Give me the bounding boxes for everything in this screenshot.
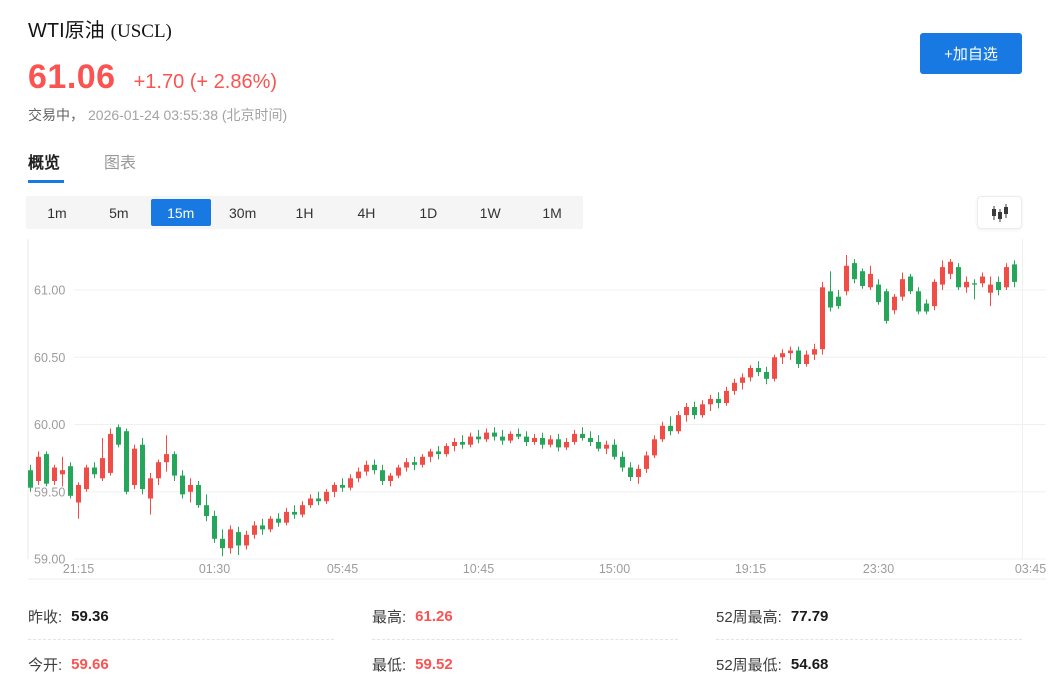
chart-type-button[interactable] xyxy=(977,196,1022,229)
instrument-title: WTI原油 (USCL) xyxy=(28,14,1022,43)
timeframe-1w[interactable]: 1W xyxy=(460,199,520,226)
svg-text:61.00: 61.00 xyxy=(34,284,65,298)
stat-label: 52周最高: xyxy=(716,606,782,627)
stat-day-high: 最高: 61.26 xyxy=(372,592,678,640)
stat-52wk-low: 52周最低: 54.68 xyxy=(716,640,1022,687)
stat-value: 59.66 xyxy=(71,656,109,673)
quote-timestamp: 2026-01-24 03:55:38 (北京时间) xyxy=(88,107,287,123)
stat-label: 昨收: xyxy=(28,606,62,627)
timeframe-1h[interactable]: 1H xyxy=(275,199,335,226)
stat-label: 最低: xyxy=(372,654,406,675)
svg-text:60.50: 60.50 xyxy=(34,351,65,365)
candlestick-chart[interactable]: 61.00 60.50 60.00 59.50 59.0021:15 01:30 05:45… xyxy=(0,239,1054,581)
add-watchlist-button[interactable]: +加自选 xyxy=(920,33,1022,74)
svg-text:59.50: 59.50 xyxy=(34,485,65,499)
svg-text:15:00: 15:00 xyxy=(599,562,630,576)
price-change: +1.70 (+ 2.86%) xyxy=(134,71,277,94)
tab-overview[interactable]: 概览 xyxy=(28,149,60,183)
svg-text:19:15: 19:15 xyxy=(735,562,766,576)
timeframe-1d[interactable]: 1D xyxy=(398,199,458,226)
timeframe-1m[interactable]: 1m xyxy=(27,199,87,226)
last-price: 61.06 xyxy=(28,58,116,97)
stat-label: 52周最低: xyxy=(716,654,782,675)
stat-value: 61.26 xyxy=(415,608,453,625)
timeframe-bar: 1m5m15m30m1H4H1D1W1M xyxy=(26,196,583,229)
stat-value: 77.79 xyxy=(791,608,829,625)
svg-text:23:30: 23:30 xyxy=(863,562,894,576)
timeframe-1m[interactable]: 1M xyxy=(522,199,582,226)
svg-text:10:45: 10:45 xyxy=(463,562,494,576)
market-status-row: 交易中，2026-01-24 03:55:38 (北京时间) xyxy=(28,105,1022,125)
stat-value: 59.36 xyxy=(71,608,109,625)
timeframe-row: 1m5m15m30m1H4H1D1W1M xyxy=(26,196,1022,229)
stat-label: 今开: xyxy=(28,654,62,675)
chart-area: 61.00 60.50 60.00 59.50 59.0021:15 01:30 05:45… xyxy=(0,239,1054,586)
timeframe-30m[interactable]: 30m xyxy=(213,199,273,226)
svg-text:05:45: 05:45 xyxy=(327,562,358,576)
svg-text:60.00: 60.00 xyxy=(34,418,65,432)
candlestick-chart-icon xyxy=(989,202,1011,224)
stat-value: 59.52 xyxy=(415,656,453,673)
instrument-symbol: (USCL) xyxy=(111,21,172,42)
svg-text:03:45: 03:45 xyxy=(1015,562,1046,576)
stat-52wk-high: 52周最高: 77.79 xyxy=(716,592,1022,640)
svg-text:21:15: 21:15 xyxy=(63,562,94,576)
stat-value: 54.68 xyxy=(791,656,829,673)
view-tabs: 概览 图表 xyxy=(0,125,1054,183)
timeframe-5m[interactable]: 5m xyxy=(89,199,149,226)
stat-label: 最高: xyxy=(372,606,406,627)
stat-day-low: 最低: 59.52 xyxy=(372,640,678,687)
quote-header: WTI原油 (USCL) 61.06 +1.70 (+ 2.86%) 交易中，20… xyxy=(0,0,1054,125)
stat-today-open: 今开: 59.66 xyxy=(28,640,334,687)
timeframe-15m[interactable]: 15m xyxy=(151,199,211,226)
stat-prev-close: 昨收: 59.36 xyxy=(28,592,334,640)
svg-text:01:30: 01:30 xyxy=(199,562,230,576)
market-status: 交易中， xyxy=(28,107,84,123)
svg-text:59.00: 59.00 xyxy=(34,553,65,567)
quote-stats: 昨收: 59.36 最高: 61.26 52周最高: 77.79 今开: 59.66 最低: 59… xyxy=(28,592,1022,687)
tab-chart[interactable]: 图表 xyxy=(104,149,136,183)
quote-page: WTI原油 (USCL) 61.06 +1.70 (+ 2.86%) 交易中，20… xyxy=(0,0,1054,687)
instrument-name: WTI原油 xyxy=(28,20,105,42)
timeframe-4h[interactable]: 4H xyxy=(336,199,396,226)
price-row: 61.06 +1.70 (+ 2.86%) xyxy=(28,58,1022,97)
